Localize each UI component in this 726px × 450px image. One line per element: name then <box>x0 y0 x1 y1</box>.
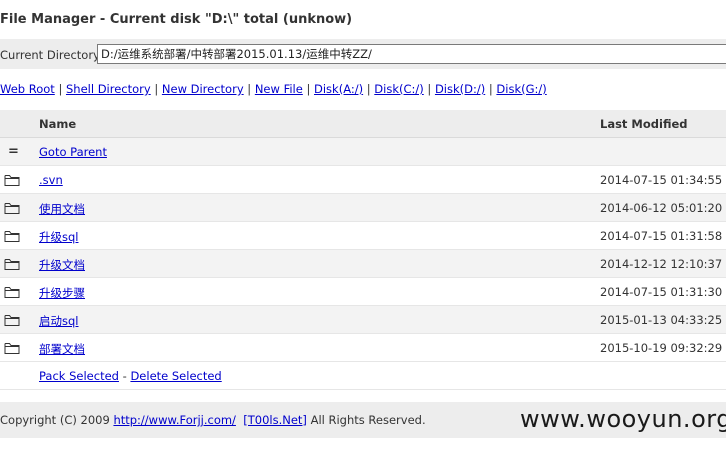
file-name-link[interactable]: 升级sql <box>39 229 79 245</box>
page-title: File Manager - Current disk "D:\" total … <box>0 12 353 27</box>
table-header-row: Name Last Modified <box>0 110 726 138</box>
last-modified-column-header: Last Modified <box>600 117 688 131</box>
separator: | <box>427 82 435 96</box>
copyright-suffix: All Rights Reserved. <box>306 413 426 427</box>
delete-selected-link[interactable]: Delete Selected <box>130 369 221 383</box>
separator: | <box>247 82 255 96</box>
table-row: 升级文档 2014-12-12 12:10:37 <box>0 250 726 278</box>
table-row: 升级sql 2014-07-15 01:31:58 <box>0 222 726 250</box>
copyright-text: Copyright (C) 2009 http://www.Forjj.com/… <box>0 413 426 427</box>
disk-c-link[interactable]: Disk(C:/) <box>374 82 423 96</box>
table-row: 使用文档 2014-06-12 05:01:20 <box>0 194 726 222</box>
last-modified-cell: 2015-10-19 09:32:29 <box>600 341 723 355</box>
last-modified-cell: 2014-07-15 01:34:55 <box>600 173 723 187</box>
disk-a-link[interactable]: Disk(A:/) <box>314 82 363 96</box>
goto-parent-link[interactable]: Goto Parent <box>39 145 107 159</box>
table-row: 部署文档 2015-10-19 09:32:29 <box>0 334 726 362</box>
parent-row: = Goto Parent <box>0 138 726 166</box>
file-name-link[interactable]: 升级步骤 <box>39 285 85 301</box>
folder-icon <box>4 173 20 187</box>
last-modified-cell: 2014-06-12 05:01:20 <box>600 201 723 215</box>
web-root-link[interactable]: Web Root <box>0 82 55 96</box>
current-directory-input[interactable] <box>97 44 726 64</box>
file-name-link[interactable]: 启动sql <box>39 313 79 329</box>
pack-selected-link[interactable]: Pack Selected <box>39 369 119 383</box>
watermark: www.wooyun.org <box>520 405 726 433</box>
forjj-link[interactable]: http://www.Forjj.com/ <box>113 413 236 427</box>
file-name-link[interactable]: .svn <box>39 173 63 187</box>
actions: Pack Selected - Delete Selected <box>39 369 222 383</box>
file-rows: .svn 2014-07-15 01:34:55 使用文档 2014-06-12 05… <box>0 166 726 362</box>
table-row: .svn 2014-07-15 01:34:55 <box>0 166 726 194</box>
t00ls-link[interactable]: [T00ls.Net] <box>243 413 307 427</box>
file-name-link[interactable]: 升级文档 <box>39 257 85 273</box>
folder-icon <box>4 257 20 271</box>
disk-g-link[interactable]: Disk(G:/) <box>496 82 546 96</box>
last-modified-cell: 2014-07-15 01:31:30 <box>600 285 723 299</box>
folder-icon <box>4 341 20 355</box>
separator: | <box>306 82 314 96</box>
nav-links: Web Root | Shell Directory | New Directo… <box>0 82 547 96</box>
table-row: 升级步骤 2014-07-15 01:31:30 <box>0 278 726 306</box>
copyright-prefix: Copyright (C) 2009 <box>0 413 114 427</box>
actions-row: Pack Selected - Delete Selected <box>0 362 726 390</box>
file-name-link[interactable]: 使用文档 <box>39 201 85 217</box>
last-modified-cell: 2014-07-15 01:31:58 <box>600 229 723 243</box>
parent-icon: = <box>8 144 19 159</box>
last-modified-cell: 2014-12-12 12:10:37 <box>600 257 723 271</box>
table-row: 启动sql 2015-01-13 04:33:25 <box>0 306 726 334</box>
folder-icon <box>4 201 20 215</box>
folder-icon <box>4 313 20 327</box>
file-name-link[interactable]: 部署文档 <box>39 341 85 357</box>
shell-directory-link[interactable]: Shell Directory <box>66 82 151 96</box>
folder-icon <box>4 229 20 243</box>
separator: | <box>154 82 162 96</box>
new-directory-link[interactable]: New Directory <box>162 82 244 96</box>
name-column-header: Name <box>39 117 77 131</box>
actions-separator: - <box>118 369 131 383</box>
separator: | <box>58 82 66 96</box>
last-modified-cell: 2015-01-13 04:33:25 <box>600 313 723 327</box>
current-directory-bar: Current Directory <box>0 39 726 69</box>
disk-d-link[interactable]: Disk(D:/) <box>435 82 485 96</box>
new-file-link[interactable]: New File <box>255 82 303 96</box>
current-directory-label: Current Directory <box>0 48 100 62</box>
file-table: Name Last Modified = Goto Parent .svn 201… <box>0 110 726 390</box>
folder-icon <box>4 285 20 299</box>
